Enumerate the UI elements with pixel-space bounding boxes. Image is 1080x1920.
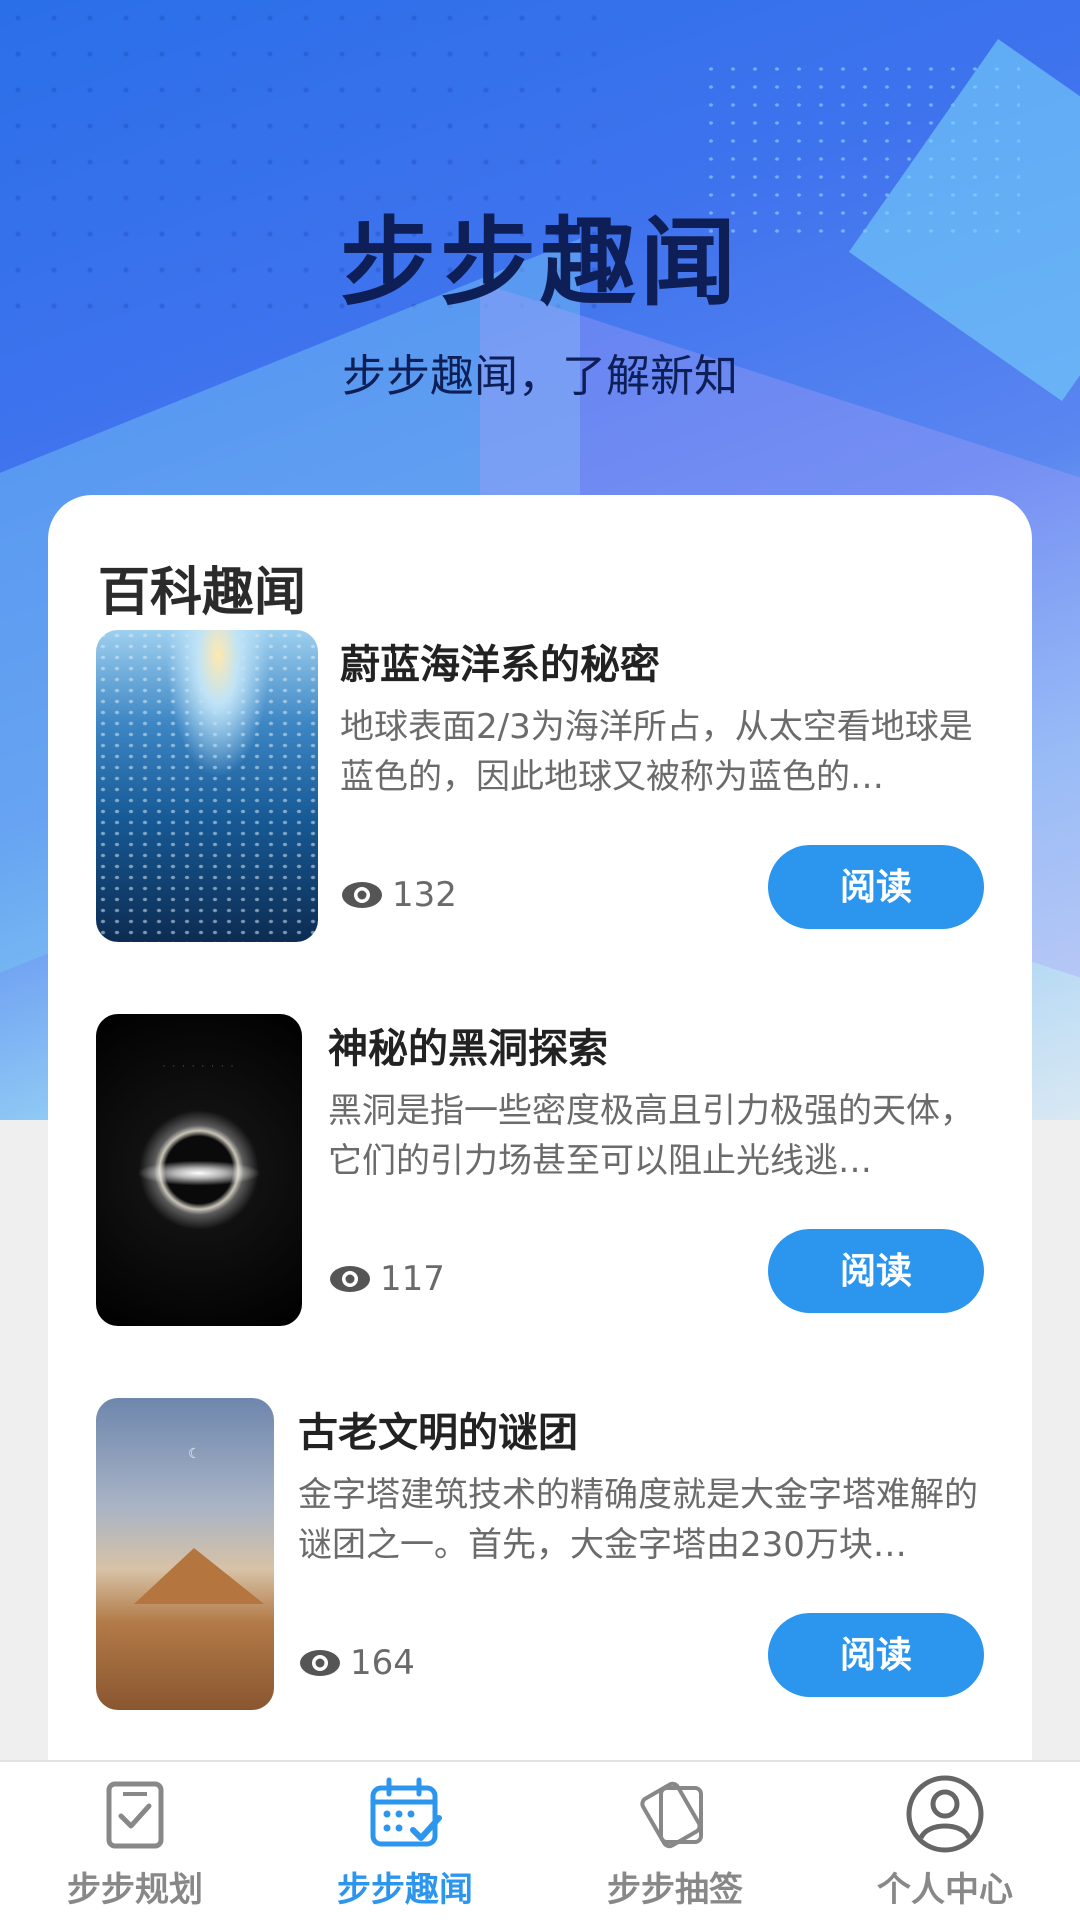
article-item[interactable]: · · · · · · · · 神秘的黑洞探索 黑洞是指一些密度极高且引力极强的… bbox=[96, 1014, 984, 1326]
view-count-value: 164 bbox=[350, 1643, 415, 1683]
read-button[interactable]: 阅读 bbox=[768, 1613, 984, 1697]
moon-icon: ☾ bbox=[188, 1446, 201, 1462]
article-item[interactable]: 蔚蓝海洋系的秘密 地球表面2/3为海洋所占，从太空看地球是蓝色的，因此地球又被称… bbox=[96, 630, 984, 942]
tab-draw[interactable]: 步步抽签 bbox=[540, 1762, 810, 1920]
section-title: 百科趣闻 bbox=[98, 563, 307, 623]
tab-label: 步步抽签 bbox=[607, 1870, 743, 1910]
checklist-icon bbox=[106, 1781, 164, 1849]
article-description: 地球表面2/3为海洋所占，从太空看地球是蓝色的，因此地球又被称为蓝色的… bbox=[340, 707, 973, 797]
page-subtitle: 步步趣闻，了解新知 bbox=[342, 351, 738, 402]
article-item[interactable]: ☾ 古老文明的谜团 金字塔建筑技术的精确度就是大金字塔难解的谜团之一。首先，大金… bbox=[96, 1398, 984, 1710]
eye-icon bbox=[342, 882, 382, 908]
view-count: 164 bbox=[298, 1643, 415, 1683]
tab-label: 步步趣闻 bbox=[337, 1870, 473, 1910]
eye-icon bbox=[300, 1650, 340, 1676]
tab-label: 步步规划 bbox=[67, 1870, 203, 1910]
tab-plan[interactable]: 步步规划 bbox=[0, 1762, 270, 1920]
tab-profile[interactable]: 个人中心 bbox=[810, 1762, 1080, 1920]
image-caption-decoration: · · · · · · · · bbox=[162, 1062, 236, 1072]
article-title: 神秘的黑洞探索 bbox=[328, 1026, 608, 1072]
calendar-check-icon bbox=[370, 1777, 442, 1847]
view-count-value: 132 bbox=[392, 875, 457, 915]
ocean-fish-image bbox=[96, 630, 318, 942]
view-count: 132 bbox=[340, 875, 457, 915]
article-description: 金字塔建筑技术的精确度就是大金字塔难解的谜团之一。首先，大金字塔由230万块… bbox=[298, 1475, 978, 1565]
cards-icon bbox=[640, 1781, 703, 1849]
view-count-value: 117 bbox=[380, 1259, 445, 1299]
view-count: 117 bbox=[328, 1259, 445, 1299]
read-button[interactable]: 阅读 bbox=[768, 845, 984, 929]
content-card: 百科趣闻 蔚蓝海洋系的秘密 地球表面2/3为海洋所占，从太空看地球是蓝色的，因此… bbox=[48, 495, 1032, 1765]
article-title: 古老文明的谜团 bbox=[298, 1410, 578, 1456]
bottom-tab-bar: 步步规划 步步趣闻 步步抽签 个人中心 bbox=[0, 1760, 1080, 1920]
page-title: 步步趣闻 bbox=[340, 207, 740, 319]
pyramid-desert-image: ☾ bbox=[96, 1398, 274, 1710]
pyramid-shape bbox=[134, 1548, 264, 1604]
article-description: 黑洞是指一些密度极高且引力极强的天体，它们的引力场甚至可以阻止光线逃… bbox=[328, 1091, 974, 1181]
tab-news[interactable]: 步步趣闻 bbox=[270, 1762, 540, 1920]
user-icon bbox=[906, 1775, 984, 1853]
tab-label: 个人中心 bbox=[877, 1870, 1013, 1910]
black-hole-image: · · · · · · · · bbox=[96, 1014, 302, 1326]
article-title: 蔚蓝海洋系的秘密 bbox=[340, 642, 660, 688]
eye-icon bbox=[330, 1266, 370, 1292]
read-button[interactable]: 阅读 bbox=[768, 1229, 984, 1313]
